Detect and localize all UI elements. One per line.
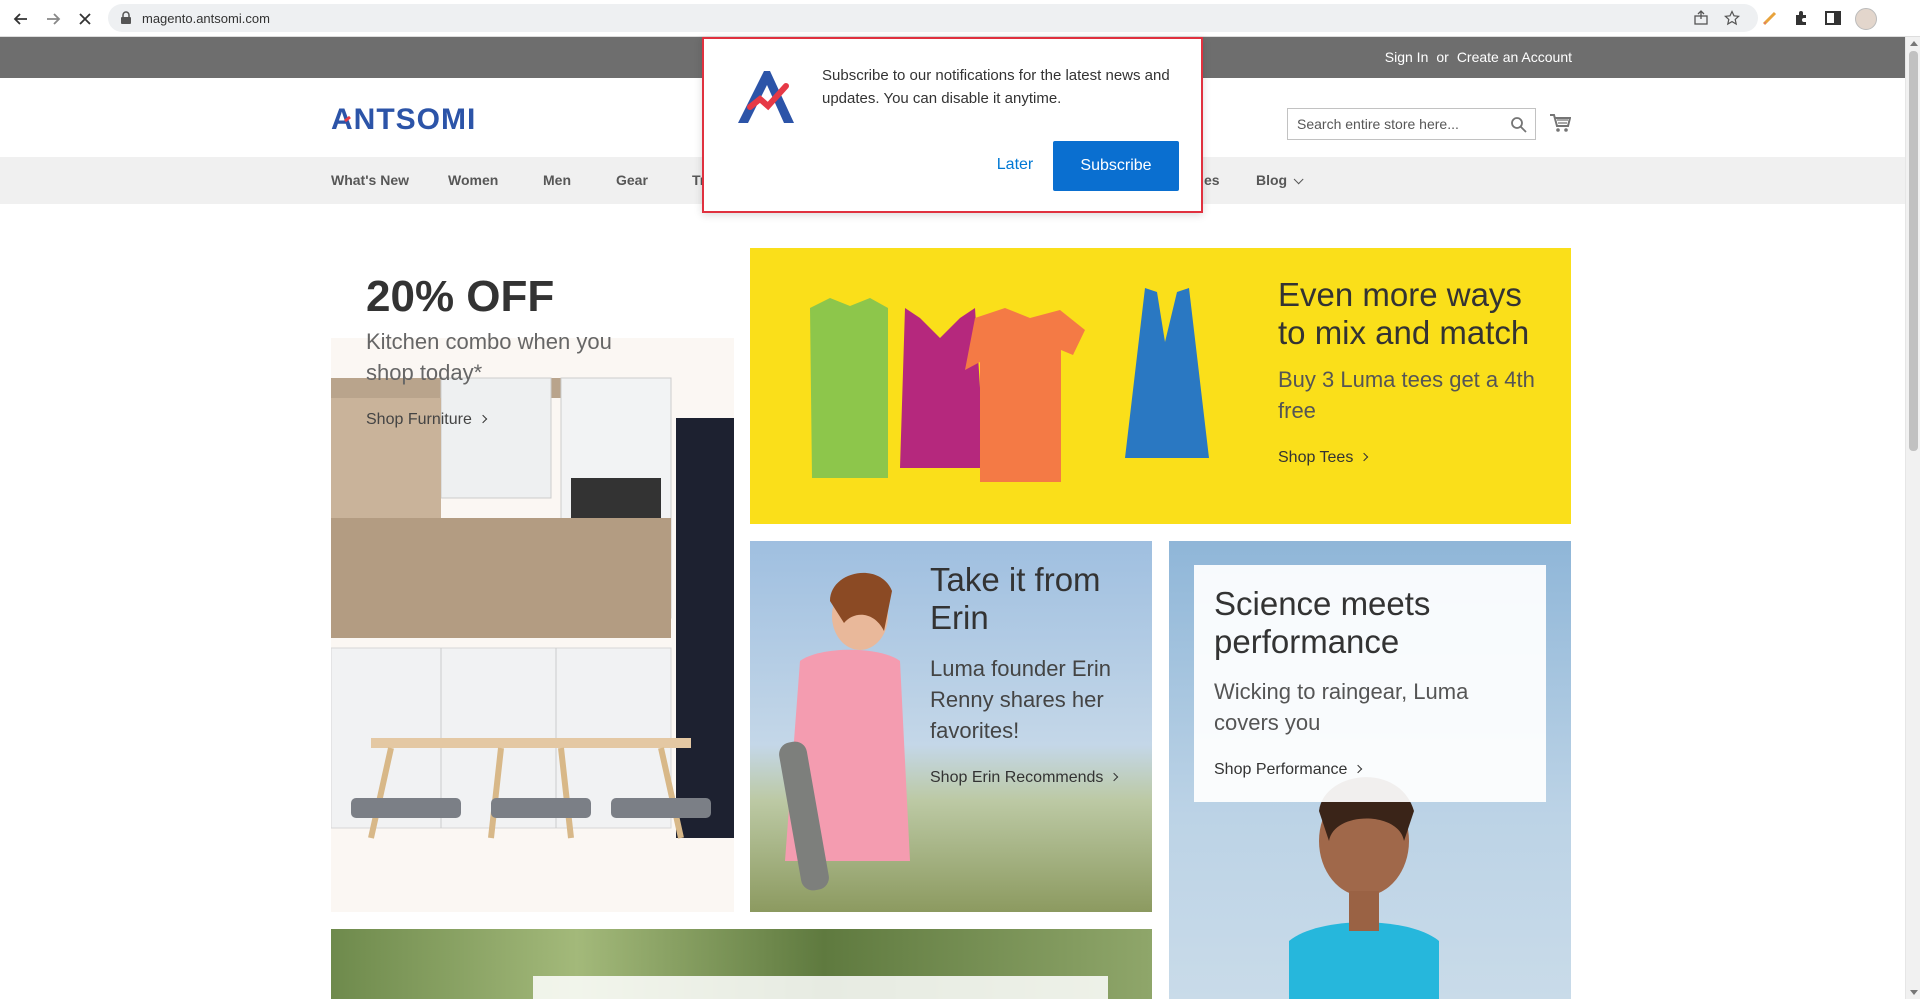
nav-men[interactable]: Men: [543, 172, 571, 188]
nav-whats-new[interactable]: What's New: [331, 172, 409, 188]
or-text: or: [1436, 49, 1449, 65]
nav-women[interactable]: Women: [448, 172, 498, 188]
profile-avatar[interactable]: [1855, 8, 1877, 30]
subscribe-button[interactable]: Subscribe: [1053, 141, 1179, 191]
extensions-puzzle-icon[interactable]: [1792, 9, 1810, 27]
forest-promo-panel: [533, 976, 1108, 999]
erin-promo-title: Take it from Erin: [930, 561, 1101, 636]
shop-tees-link[interactable]: Shop Tees: [1278, 449, 1369, 467]
notification-popup: Subscribe to our notifications for the l…: [702, 37, 1203, 213]
search-icon[interactable]: [1510, 116, 1527, 133]
url-text: magento.antsomi.com: [142, 11, 270, 26]
shop-tees-label: Shop Tees: [1278, 449, 1354, 466]
later-button[interactable]: Later: [974, 141, 1056, 189]
performance-promo-body: Wicking to raingear, Luma covers you: [1214, 679, 1469, 735]
kitchen-promo[interactable]: 20% OFF Kitchen combo when you shop toda…: [331, 248, 734, 912]
scroll-down-icon[interactable]: [1910, 990, 1918, 995]
search-box[interactable]: [1287, 108, 1536, 140]
nav-gear[interactable]: Gear: [616, 172, 648, 188]
performance-card: Science meets performance Wicking to rai…: [1194, 565, 1546, 802]
stop-loading-icon[interactable]: [74, 8, 96, 30]
shop-furniture-label: Shop Furniture: [366, 411, 472, 428]
performance-promo-title: Science meets performance: [1214, 585, 1431, 660]
bookmark-star-icon[interactable]: [1724, 10, 1740, 26]
side-panel-icon[interactable]: [1824, 9, 1842, 27]
browser-toolbar: magento.antsomi.com: [0, 0, 1920, 37]
nav-sales[interactable]: es: [1204, 172, 1220, 188]
chevron-right-icon: [1110, 772, 1119, 782]
erin-promo[interactable]: Take it from Erin Luma founder Erin Renn…: [750, 541, 1152, 912]
back-icon[interactable]: [10, 8, 32, 30]
antsomi-logo[interactable]: ANTSOMI: [331, 101, 481, 135]
scroll-thumb[interactable]: [1909, 51, 1918, 451]
kitchen-promo-title: 20% OFF: [366, 272, 555, 321]
scroll-up-icon[interactable]: [1910, 41, 1918, 46]
erin-image: [779, 572, 910, 891]
chevron-down-icon: [1293, 174, 1304, 185]
chevron-right-icon: [1354, 764, 1363, 774]
kitchen-promo-subtitle: Kitchen combo when you shop today*: [366, 329, 612, 385]
cart-icon[interactable]: [1549, 113, 1571, 133]
tees-promo-body: Buy 3 Luma tees get a 4th free: [1278, 367, 1535, 423]
shop-erin-recommends-label: Shop Erin Recommends: [930, 769, 1104, 786]
erin-promo-body: Luma founder Erin Renny shares her favor…: [930, 656, 1111, 743]
antsomi-a-logo-icon: [738, 71, 794, 123]
address-bar[interactable]: magento.antsomi.com: [108, 4, 1758, 32]
shop-erin-recommends-link[interactable]: Shop Erin Recommends: [930, 769, 1119, 787]
search-input[interactable]: [1288, 109, 1498, 139]
chevron-right-icon: [1360, 452, 1369, 462]
nav-blog-label: Blog: [1256, 172, 1288, 188]
shop-performance-label: Shop Performance: [1214, 761, 1348, 778]
chevron-right-icon: [478, 414, 488, 424]
tees-promo[interactable]: Even more ways to mix and match Buy 3 Lu…: [750, 248, 1571, 524]
extension-pen-icon[interactable]: [1761, 9, 1779, 27]
tees-image: [810, 288, 1209, 482]
sign-in-link[interactable]: Sign In: [1385, 49, 1429, 65]
nav-blog[interactable]: Blog: [1256, 172, 1304, 188]
popup-message: Subscribe to our notifications for the l…: [822, 67, 1170, 107]
logo-text: ANTSOMI: [331, 103, 476, 135]
performance-promo[interactable]: Science meets performance Wicking to rai…: [1169, 541, 1571, 999]
tees-promo-title: Even more ways to mix and match: [1278, 276, 1530, 351]
share-icon[interactable]: [1693, 10, 1709, 26]
lock-icon: [121, 11, 131, 24]
create-account-link[interactable]: Create an Account: [1457, 49, 1572, 65]
shop-performance-link[interactable]: Shop Performance: [1214, 761, 1363, 779]
page-scrollbar[interactable]: [1905, 37, 1920, 999]
shop-furniture-link[interactable]: Shop Furniture: [366, 411, 488, 429]
forward-icon[interactable]: [42, 8, 64, 30]
forest-promo[interactable]: [331, 929, 1152, 999]
